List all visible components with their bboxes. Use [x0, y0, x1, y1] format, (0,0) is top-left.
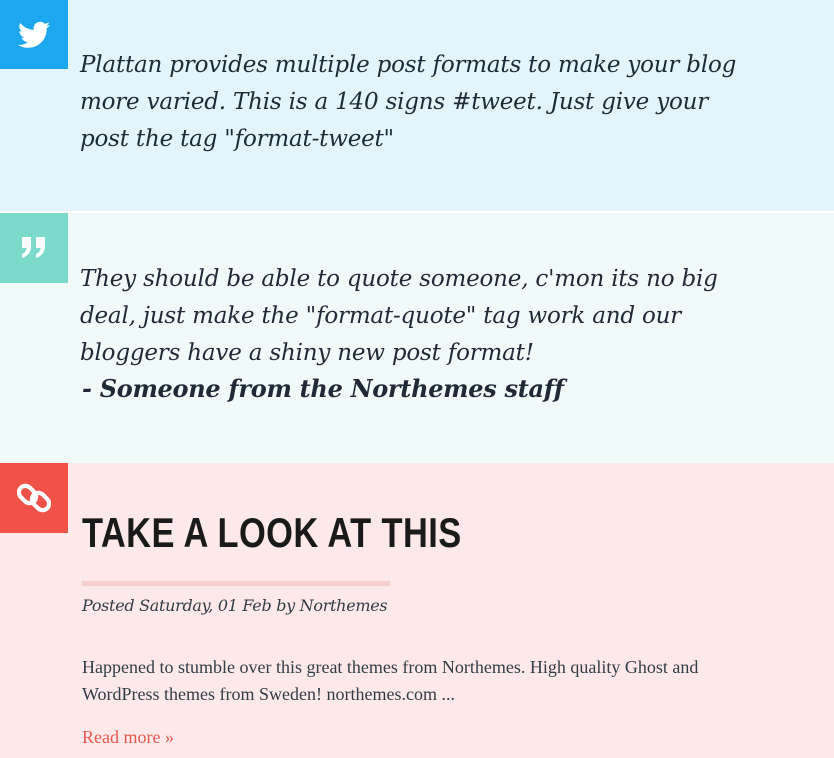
- tweet-text: Plattan provides multiple post formats t…: [80, 52, 737, 152]
- link-icon: [17, 483, 51, 513]
- read-more-link[interactable]: Read more »: [82, 724, 174, 751]
- link-format-badge[interactable]: [0, 463, 68, 533]
- quote-icon: [22, 237, 45, 258]
- title-divider: [82, 581, 390, 586]
- post-excerpt: Happened to stumble over this great them…: [82, 657, 699, 704]
- quote-author: - Someone from the Northemes staff: [82, 374, 564, 403]
- twitter-icon: [18, 21, 50, 48]
- quote-text: They should be able to quote someone, c'…: [80, 266, 718, 366]
- quote-format-badge[interactable]: [0, 213, 68, 283]
- post-meta: Posted Saturday, 01 Feb by Northemes: [82, 596, 388, 615]
- tweet-format-badge[interactable]: [0, 0, 68, 69]
- post-title[interactable]: TAKE A LOOK AT THIS: [82, 506, 462, 560]
